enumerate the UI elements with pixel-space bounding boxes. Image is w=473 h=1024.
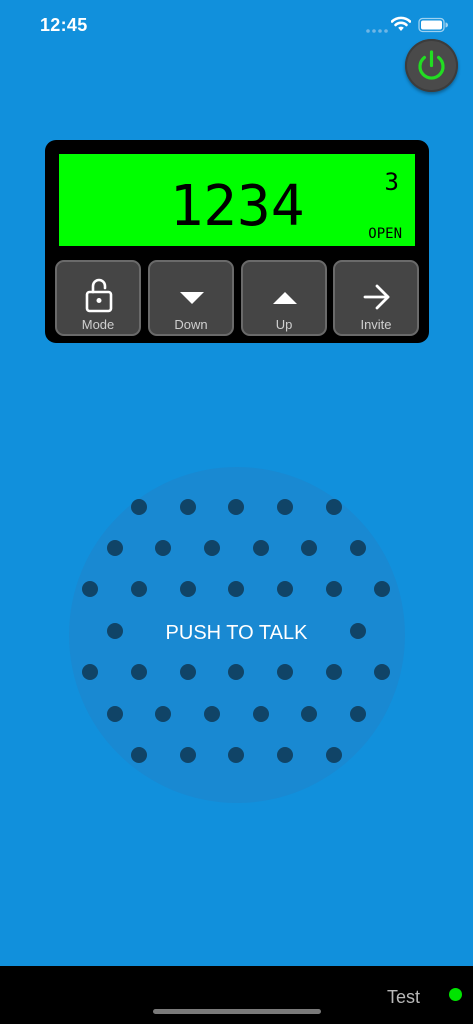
- speaker-dot: [180, 664, 196, 680]
- control-panel: 1234 3 OPEN Mode Down Up Invite: [45, 140, 429, 343]
- arrow-right-icon: [363, 284, 390, 310]
- speaker-dot: [204, 540, 220, 556]
- display-code: 1234: [169, 174, 305, 239]
- triangle-down-icon: [180, 292, 204, 304]
- speaker-dot: [228, 664, 244, 680]
- speaker-dot: [180, 747, 196, 763]
- status-time: 12:45: [40, 15, 88, 35]
- speaker-dot: [131, 664, 147, 680]
- speaker-dot: [180, 499, 196, 515]
- speaker-dot: [82, 664, 98, 680]
- speaker-dot: [228, 581, 244, 597]
- speaker-dot: [326, 664, 342, 680]
- speaker-dot: [204, 706, 220, 722]
- speaker-dot: [374, 581, 390, 597]
- speaker-dot: [277, 581, 293, 597]
- speaker-dot: [228, 499, 244, 515]
- power-icon: [418, 50, 445, 80]
- unlocked-padlock-icon: [85, 278, 113, 313]
- speaker-dot: [350, 706, 366, 722]
- up-label: Up: [275, 317, 293, 332]
- speaker-dot: [253, 706, 269, 722]
- speaker-dot: [326, 747, 342, 763]
- lcd-display: 1234 3 OPEN: [59, 154, 415, 246]
- speaker-dot: [253, 540, 269, 556]
- speaker-dot: [107, 706, 123, 722]
- speaker-dot: [180, 581, 196, 597]
- triangle-up-icon: [273, 292, 297, 304]
- speaker-dot: [155, 540, 171, 556]
- down-button[interactable]: Down: [148, 260, 234, 336]
- up-button[interactable]: Up: [241, 260, 327, 336]
- speaker-dot: [277, 499, 293, 515]
- speaker-dot: [326, 581, 342, 597]
- home-indicator[interactable]: [153, 1009, 321, 1014]
- wifi-icon: [391, 16, 411, 31]
- display-channel: 3: [384, 168, 399, 196]
- speaker-dot: [107, 540, 123, 556]
- speaker-dot: [277, 747, 293, 763]
- battery-icon: [418, 17, 448, 33]
- speaker-dot: [82, 581, 98, 597]
- speaker-dot: [155, 706, 171, 722]
- invite-label: Invite: [360, 317, 392, 332]
- speaker-dot: [301, 540, 317, 556]
- speaker-dot: [131, 747, 147, 763]
- mode-button[interactable]: Mode: [55, 260, 141, 336]
- down-label: Down: [174, 317, 208, 332]
- status-bar: 12:45: [0, 0, 473, 50]
- speaker-dot: [131, 581, 147, 597]
- speaker-dot: [326, 499, 342, 515]
- connection-status-indicator: [449, 988, 462, 1001]
- mode-label: Mode: [81, 317, 115, 332]
- invite-button[interactable]: Invite: [333, 260, 419, 336]
- speaker-dot: [228, 747, 244, 763]
- display-status: OPEN: [368, 226, 402, 242]
- speaker-dot: [277, 664, 293, 680]
- speaker-dot: [350, 540, 366, 556]
- speaker-dot: [131, 499, 147, 515]
- speaker-dot: [374, 664, 390, 680]
- push-to-talk-label: PUSH TO TALK: [165, 622, 308, 644]
- power-button[interactable]: [405, 39, 458, 92]
- footer-label: Test: [387, 987, 421, 1007]
- speaker-dot: [301, 706, 317, 722]
- footer-bar: Test: [0, 966, 473, 1024]
- cellular-signal-icon: [366, 29, 388, 33]
